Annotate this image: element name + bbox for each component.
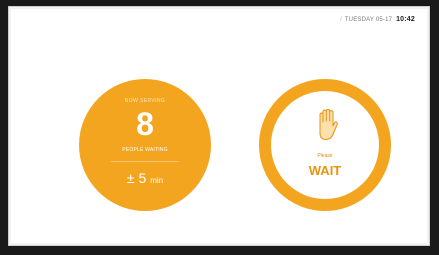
status-separator: / [340, 17, 343, 23]
people-waiting-label: PEOPLE WAITING [122, 147, 168, 153]
queue-status-circle: NOW SERVING 8 PEOPLE WAITING ± 5 min [79, 79, 211, 211]
wait-message: WAIT [308, 163, 342, 178]
hand-stop-icon [319, 109, 338, 140]
clock-time: 10:42 [396, 16, 415, 23]
wait-status-ring: Please WAIT [259, 79, 391, 211]
wait-prompt: Please [317, 153, 333, 159]
wait-unit: min [150, 176, 164, 185]
estimated-wait-time: ± 5 min [79, 171, 211, 188]
kiosk-screen: / TUESDAY 05-17 10:42 NOW SERVING 8 PEOP… [8, 6, 430, 246]
queue-top-label: NOW SERVING [124, 98, 166, 104]
queue-divider [111, 161, 179, 162]
wait-prefix: ± [126, 170, 139, 186]
status-bar: / TUESDAY 05-17 10:42 [339, 16, 415, 23]
people-waiting-count: 8 [136, 106, 154, 142]
date-value: 05-17 [375, 17, 393, 23]
date-day: TUESDAY [344, 17, 374, 23]
wait-value: 5 [138, 170, 147, 186]
